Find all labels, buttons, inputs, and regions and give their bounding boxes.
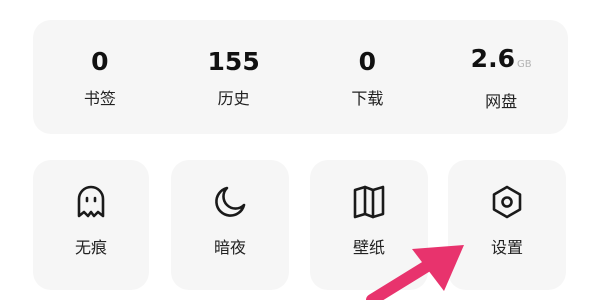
stat-label: 下载 bbox=[351, 89, 384, 108]
stats-card: 0 书签 155 历史 0 下载 2.6 GB 网盘 bbox=[33, 20, 568, 134]
tile-wallpaper[interactable]: 壁纸 bbox=[310, 160, 428, 290]
stat-number: 0 bbox=[91, 47, 109, 76]
stat-value: 0 bbox=[91, 47, 108, 77]
ghost-icon bbox=[73, 184, 109, 220]
wallpaper-icon bbox=[351, 184, 387, 220]
stat-value: 2.6 GB bbox=[471, 44, 532, 80]
stat-label: 书签 bbox=[83, 89, 116, 108]
tile-night-mode[interactable]: 暗夜 bbox=[171, 160, 289, 290]
stat-bookmarks[interactable]: 0 书签 bbox=[33, 20, 167, 134]
tile-label: 无痕 bbox=[74, 238, 107, 257]
stat-number: 2.6 bbox=[470, 44, 515, 73]
stat-value: 0 bbox=[359, 47, 376, 77]
tile-incognito[interactable]: 无痕 bbox=[33, 160, 149, 290]
hexagon-gear-icon bbox=[489, 184, 525, 220]
stat-unit: GB bbox=[516, 59, 532, 70]
tile-label: 设置 bbox=[490, 238, 523, 257]
stat-history[interactable]: 155 历史 bbox=[167, 20, 301, 134]
stat-label: 网盘 bbox=[485, 92, 518, 111]
stat-downloads[interactable]: 0 下载 bbox=[301, 20, 435, 134]
stat-number: 0 bbox=[358, 47, 377, 76]
stat-label: 历史 bbox=[217, 89, 250, 108]
tile-settings[interactable]: 设置 bbox=[448, 160, 566, 290]
tile-label: 暗夜 bbox=[213, 238, 246, 257]
moon-icon bbox=[212, 184, 248, 220]
stat-number: 155 bbox=[207, 47, 260, 76]
page: 0 书签 155 历史 0 下载 2.6 GB 网盘 无痕 暗夜 壁纸 设置 bbox=[0, 0, 600, 300]
stat-cloud-drive[interactable]: 2.6 GB 网盘 bbox=[434, 20, 568, 134]
tile-label: 壁纸 bbox=[352, 238, 385, 257]
stat-value: 155 bbox=[208, 47, 260, 77]
